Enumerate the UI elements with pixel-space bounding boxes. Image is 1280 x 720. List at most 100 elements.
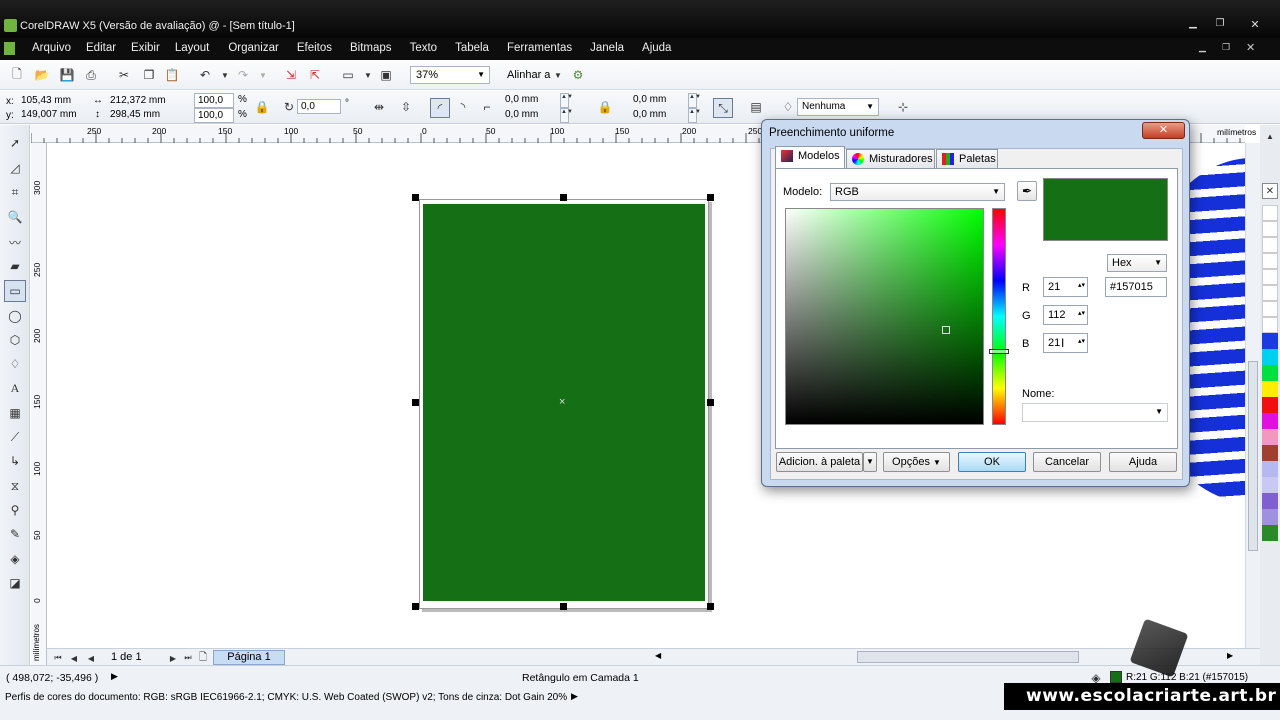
crop-tool-icon[interactable]: ⌗ xyxy=(7,184,23,200)
menu-arquivo[interactable]: Arquivo xyxy=(32,42,71,54)
name-select[interactable]: ▼ xyxy=(1022,403,1168,422)
launcher-dropdown-icon[interactable]: ▼ xyxy=(360,67,376,83)
fill-tool-icon[interactable]: ◈ xyxy=(7,551,23,567)
fill-color-swatch[interactable] xyxy=(1110,671,1122,683)
swatch-white[interactable] xyxy=(1262,221,1278,237)
options-icon[interactable]: ⚙ xyxy=(570,67,586,83)
mirror-h-icon[interactable]: ⇹ xyxy=(371,99,387,115)
paste-icon[interactable]: 📋 xyxy=(164,67,180,83)
color-field-marker[interactable] xyxy=(942,326,950,334)
first-page-icon[interactable]: ⏮ xyxy=(50,650,66,666)
r-stepper-icon[interactable]: ▴▾ xyxy=(1078,281,1085,289)
export-icon[interactable]: ⇱ xyxy=(307,67,323,83)
table-tool-icon[interactable]: ▦ xyxy=(7,405,23,421)
swatch-red[interactable] xyxy=(1262,397,1278,413)
h-scroll-thumb[interactable] xyxy=(857,651,1079,663)
swatch-blue[interactable] xyxy=(1262,333,1278,349)
vertical-scrollbar[interactable] xyxy=(1245,143,1260,648)
wrap-text-icon[interactable]: ▤ xyxy=(748,99,764,115)
swatch-magenta[interactable] xyxy=(1262,413,1278,429)
menu-tabela[interactable]: Tabela xyxy=(455,42,489,54)
rectangle-tool-icon[interactable]: ▭ xyxy=(4,280,26,302)
add-page-icon[interactable]: 🗋 xyxy=(195,650,211,666)
menu-texto[interactable]: Texto xyxy=(410,42,438,54)
color-field[interactable] xyxy=(785,208,984,425)
doc-close-button[interactable]: ✕ xyxy=(1246,41,1255,54)
selection-handle[interactable] xyxy=(560,194,567,201)
hex-field[interactable]: #157015 xyxy=(1105,277,1167,297)
b-field[interactable]: 21 I ▴▾ xyxy=(1043,333,1088,353)
selection-handle[interactable] xyxy=(707,194,714,201)
swatch-light-purple[interactable] xyxy=(1262,509,1278,525)
swatch-white[interactable] xyxy=(1262,253,1278,269)
swatch-white[interactable] xyxy=(1262,269,1278,285)
center-marker[interactable]: × xyxy=(559,396,565,408)
y-position-field[interactable]: 149,007 mm xyxy=(18,108,84,123)
pick-tool-icon[interactable]: ➚ xyxy=(7,135,23,151)
selection-handle[interactable] xyxy=(412,194,419,201)
color-format-select[interactable]: Hex ▼ xyxy=(1107,254,1167,272)
hue-slider-handle[interactable] xyxy=(989,349,1009,354)
copy-icon[interactable]: ❐ xyxy=(141,67,157,83)
application-launcher-icon[interactable]: ▭ xyxy=(340,67,356,83)
swatch-lavender[interactable] xyxy=(1262,477,1278,493)
add-to-palette-dropdown[interactable]: ▼ xyxy=(863,452,877,472)
align-to-label[interactable]: Alinhar a xyxy=(507,69,550,81)
menu-bitmaps[interactable]: Bitmaps xyxy=(350,42,392,54)
menu-janela[interactable]: Janela xyxy=(590,42,624,54)
connector-tool-icon[interactable]: ↳ xyxy=(7,453,23,469)
polygon-tool-icon[interactable]: ⬡ xyxy=(7,332,23,348)
convert-to-curves-icon[interactable]: ⊹ xyxy=(895,99,911,115)
swatch-lavender[interactable] xyxy=(1262,461,1278,477)
x-position-field[interactable]: 105,43 mm xyxy=(18,94,84,109)
corner-radius-3-field[interactable]: 0,0 mm xyxy=(630,93,686,108)
selection-handle[interactable] xyxy=(560,603,567,610)
vertical-ruler[interactable]: 300 250 200 150 100 50 0 milímetros xyxy=(31,143,47,665)
redo-icon[interactable]: ↷ xyxy=(235,67,251,83)
corner-radius-2-field[interactable]: 0,0 mm xyxy=(502,108,558,123)
options-button[interactable]: Opções ▼ xyxy=(883,452,950,472)
g-stepper-icon[interactable]: ▴▾ xyxy=(1078,309,1085,317)
relative-scaling-icon[interactable]: ⤡ xyxy=(713,98,733,118)
interactive-fill-tool-icon[interactable]: ◪ xyxy=(7,575,23,591)
tab-modelos[interactable]: Modelos xyxy=(775,146,845,168)
align-dropdown-icon[interactable]: ▼ xyxy=(550,67,566,83)
ok-button[interactable]: OK xyxy=(958,452,1026,472)
tab-paletas[interactable]: Paletas xyxy=(936,149,998,168)
eyedropper-tool-icon[interactable]: ⚲ xyxy=(7,502,23,518)
shape-tool-icon[interactable]: ◿ xyxy=(7,160,23,176)
swatch-brown[interactable] xyxy=(1262,445,1278,461)
profile-arrow-icon[interactable]: ▶ xyxy=(571,691,578,702)
scale-y-field[interactable]: 100,0 xyxy=(194,108,234,123)
mirror-v-icon[interactable]: ⇳ xyxy=(398,99,414,115)
maximize-button[interactable]: ❐ xyxy=(1208,18,1232,32)
swatch-purple[interactable] xyxy=(1262,493,1278,509)
corner-2-stepper[interactable]: ▲▼ xyxy=(560,108,573,123)
import-icon[interactable]: ⇲ xyxy=(283,67,299,83)
round-corner-icon[interactable]: ◜ xyxy=(430,98,450,118)
tab-misturadores[interactable]: Misturadores xyxy=(846,149,935,168)
add-to-palette-button[interactable]: Adicion. à paleta xyxy=(776,452,863,472)
corner-1-stepper[interactable]: ▲▼ xyxy=(560,93,573,108)
print-icon[interactable]: ⎙ xyxy=(83,67,99,83)
menu-efeitos[interactable]: Efeitos xyxy=(297,42,332,54)
doc-restore-button[interactable]: ❐ xyxy=(1222,42,1230,53)
scallop-corner-icon[interactable]: ◝ xyxy=(455,99,471,115)
menu-organizar[interactable]: Organizar xyxy=(228,42,279,54)
scroll-thumb[interactable] xyxy=(1248,361,1258,551)
lock-ratio-icon[interactable]: 🔒 xyxy=(254,99,270,115)
dialog-close-button[interactable]: ✕ xyxy=(1142,122,1185,139)
outline-width-select[interactable]: Nenhuma ▼ xyxy=(797,98,879,116)
minimize-button[interactable]: ▁ xyxy=(1181,18,1205,32)
scroll-left-icon[interactable]: ◀ xyxy=(655,651,661,660)
chamfer-corner-icon[interactable]: ⌐ xyxy=(479,99,495,115)
eyedropper-button[interactable]: ✒ xyxy=(1017,181,1037,201)
swatch-cyan[interactable] xyxy=(1262,349,1278,365)
swatch-pink[interactable] xyxy=(1262,429,1278,445)
menu-ferramentas[interactable]: Ferramentas xyxy=(507,42,572,54)
zoom-select[interactable]: 37% ▼ xyxy=(410,66,490,84)
selection-handle[interactable] xyxy=(412,603,419,610)
b-stepper-icon[interactable]: ▴▾ xyxy=(1078,337,1085,345)
menu-exibir[interactable]: Exibir xyxy=(131,42,160,54)
zoom-tool-icon[interactable]: 🔍 xyxy=(7,209,23,225)
